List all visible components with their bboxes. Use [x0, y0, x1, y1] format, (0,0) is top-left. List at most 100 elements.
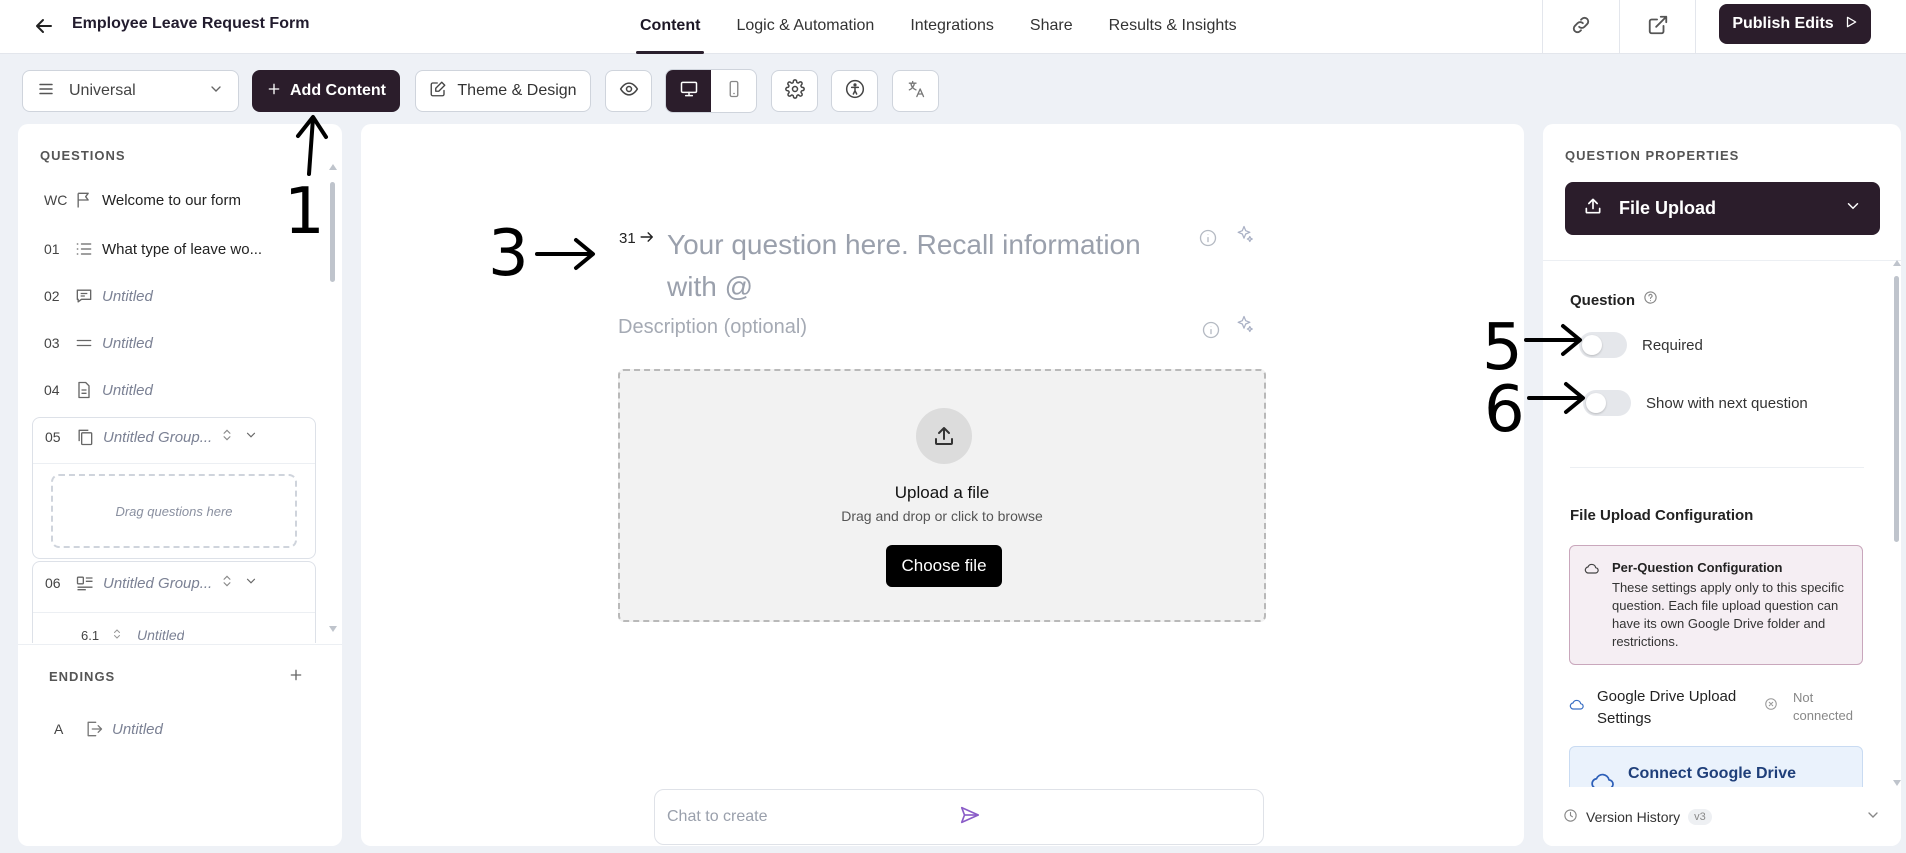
accessibility-button[interactable] — [831, 70, 878, 112]
question-number: 03 — [44, 335, 60, 351]
show-with-next-toggle[interactable] — [1583, 390, 1631, 416]
properties-scrollbar[interactable] — [1893, 260, 1901, 786]
question-item-welcome[interactable]: WC Welcome to our form — [44, 187, 241, 213]
chevron-down-icon — [1865, 807, 1881, 826]
sub-question-label: Untitled — [137, 627, 185, 643]
properties-divider — [1543, 260, 1901, 261]
required-toggle[interactable] — [1579, 332, 1627, 358]
x-circle-icon — [1764, 697, 1778, 716]
ending-label: Untitled — [112, 720, 163, 738]
group-label: Untitled Group... — [103, 574, 213, 592]
list-icon — [74, 239, 102, 259]
copy-link-button[interactable] — [1542, 0, 1619, 54]
question-item-01[interactable]: 01 What type of leave wo... — [44, 236, 262, 262]
connect-drive-label: Connect Google Drive — [1628, 765, 1797, 782]
ending-item-a[interactable]: A Untitled — [54, 716, 163, 742]
choose-file-button[interactable]: Choose file — [886, 545, 1002, 587]
question-item-04[interactable]: 04 Untitled — [44, 377, 153, 403]
flag-icon — [74, 190, 102, 210]
tab-integrations[interactable]: Integrations — [910, 0, 994, 54]
question-label: What type of leave wo... — [102, 240, 263, 258]
properties-panel: QUESTION PROPERTIES File Upload Question… — [1543, 124, 1901, 846]
question-group-05[interactable]: 05 Untitled Group... Drag questions here — [32, 417, 316, 559]
layout-icon — [75, 573, 103, 593]
per-question-config-note: Per-Question Configuration These setting… — [1569, 545, 1863, 665]
upload-title: Upload a file — [894, 483, 990, 502]
section-divider — [1570, 467, 1864, 468]
open-preview-button[interactable] — [1619, 0, 1696, 54]
info-icon[interactable] — [1198, 228, 1218, 253]
add-content-button[interactable]: Add Content — [252, 70, 400, 112]
version-history-bar[interactable]: Version History v3 — [1543, 787, 1901, 846]
tab-logic-automation[interactable]: Logic & Automation — [736, 0, 874, 54]
tab-results-insights[interactable]: Results & Insights — [1109, 0, 1237, 54]
external-link-icon — [1647, 14, 1669, 41]
question-title-input[interactable]: Your question here. Recall information w… — [667, 224, 1197, 308]
chat-icon — [74, 286, 102, 306]
desktop-view-button[interactable] — [666, 70, 711, 112]
palette-icon — [429, 80, 447, 103]
plus-icon — [266, 81, 282, 102]
drive-status: Not connected — [1793, 690, 1853, 723]
accessibility-icon — [845, 79, 865, 104]
question-group-06[interactable]: 06 Untitled Group... 6.1 Untitled — [32, 561, 316, 643]
tab-share[interactable]: Share — [1030, 0, 1073, 54]
cloud-icon — [1584, 561, 1600, 582]
chat-input[interactable]: Chat to create — [654, 789, 1264, 845]
add-content-label: Add Content — [290, 82, 386, 99]
question-item-02[interactable]: 02 Untitled — [44, 283, 153, 309]
view-select[interactable]: Universal — [22, 70, 239, 112]
exit-icon — [84, 719, 112, 739]
play-icon — [1844, 15, 1858, 34]
top-bar: Employee Leave Request Form Content Logi… — [0, 0, 1906, 54]
tab-content[interactable]: Content — [635, 0, 705, 54]
equals-icon — [74, 333, 102, 353]
question-item-03[interactable]: 03 Untitled — [44, 330, 153, 356]
endings-divider — [18, 644, 342, 645]
questions-scrollbar[interactable] — [329, 164, 337, 632]
show-with-next-label: Show with next question — [1646, 395, 1808, 412]
annotation-number: 5 — [1482, 311, 1523, 385]
ending-letter: A — [54, 721, 64, 737]
phone-icon — [725, 79, 743, 104]
help-icon[interactable] — [1643, 290, 1658, 310]
chevron-down-icon[interactable] — [244, 574, 258, 592]
publish-edits-button[interactable]: Publish Edits — [1719, 4, 1871, 44]
settings-button[interactable] — [771, 70, 818, 112]
chevron-down-icon[interactable] — [244, 428, 258, 446]
ai-sparkle-icon[interactable] — [1234, 314, 1254, 339]
mobile-view-button[interactable] — [711, 70, 756, 112]
link-icon — [1570, 14, 1592, 41]
version-history-label: Version History — [1586, 808, 1681, 825]
question-section-title: Question — [1570, 291, 1636, 309]
question-type-select[interactable]: File Upload — [1565, 182, 1880, 235]
annotation-arrow-up — [296, 115, 328, 176]
add-ending-plus-icon[interactable] — [288, 667, 304, 688]
group-label: Untitled Group... — [103, 428, 213, 446]
description-input[interactable]: Description (optional) — [618, 316, 807, 339]
file-upload-dropzone[interactable]: Upload a file Drag and drop or click to … — [618, 369, 1266, 622]
reorder-icon[interactable] — [220, 428, 234, 446]
question-number-indicator: 31 — [619, 230, 654, 247]
group-number: 05 — [45, 429, 61, 445]
info-icon[interactable] — [1201, 320, 1221, 345]
endings-title: ENDINGS — [49, 669, 116, 684]
drag-drop-zone[interactable]: Drag questions here — [51, 474, 297, 548]
translate-button[interactable] — [892, 70, 939, 112]
send-icon[interactable] — [959, 804, 1251, 831]
upload-subtitle: Drag and drop or click to browse — [841, 508, 1043, 524]
view-select-value: Universal — [69, 82, 136, 99]
ai-sparkle-icon[interactable] — [1234, 224, 1254, 249]
reorder-icon[interactable] — [220, 574, 234, 592]
sub-question-number: 6.1 — [81, 627, 100, 643]
theme-design-button[interactable]: Theme & Design — [415, 70, 591, 112]
preview-button[interactable] — [605, 70, 652, 112]
translate-icon — [906, 79, 926, 104]
annotation-arrow-right — [1524, 324, 1582, 356]
question-type-label: File Upload — [1619, 198, 1717, 218]
sub-question-item[interactable]: 6.1 Untitled — [81, 626, 184, 644]
gear-icon — [784, 78, 805, 104]
annotation-arrow-right — [535, 238, 595, 270]
back-arrow-icon[interactable] — [32, 14, 56, 38]
group-header: 06 Untitled Group... — [45, 570, 258, 596]
